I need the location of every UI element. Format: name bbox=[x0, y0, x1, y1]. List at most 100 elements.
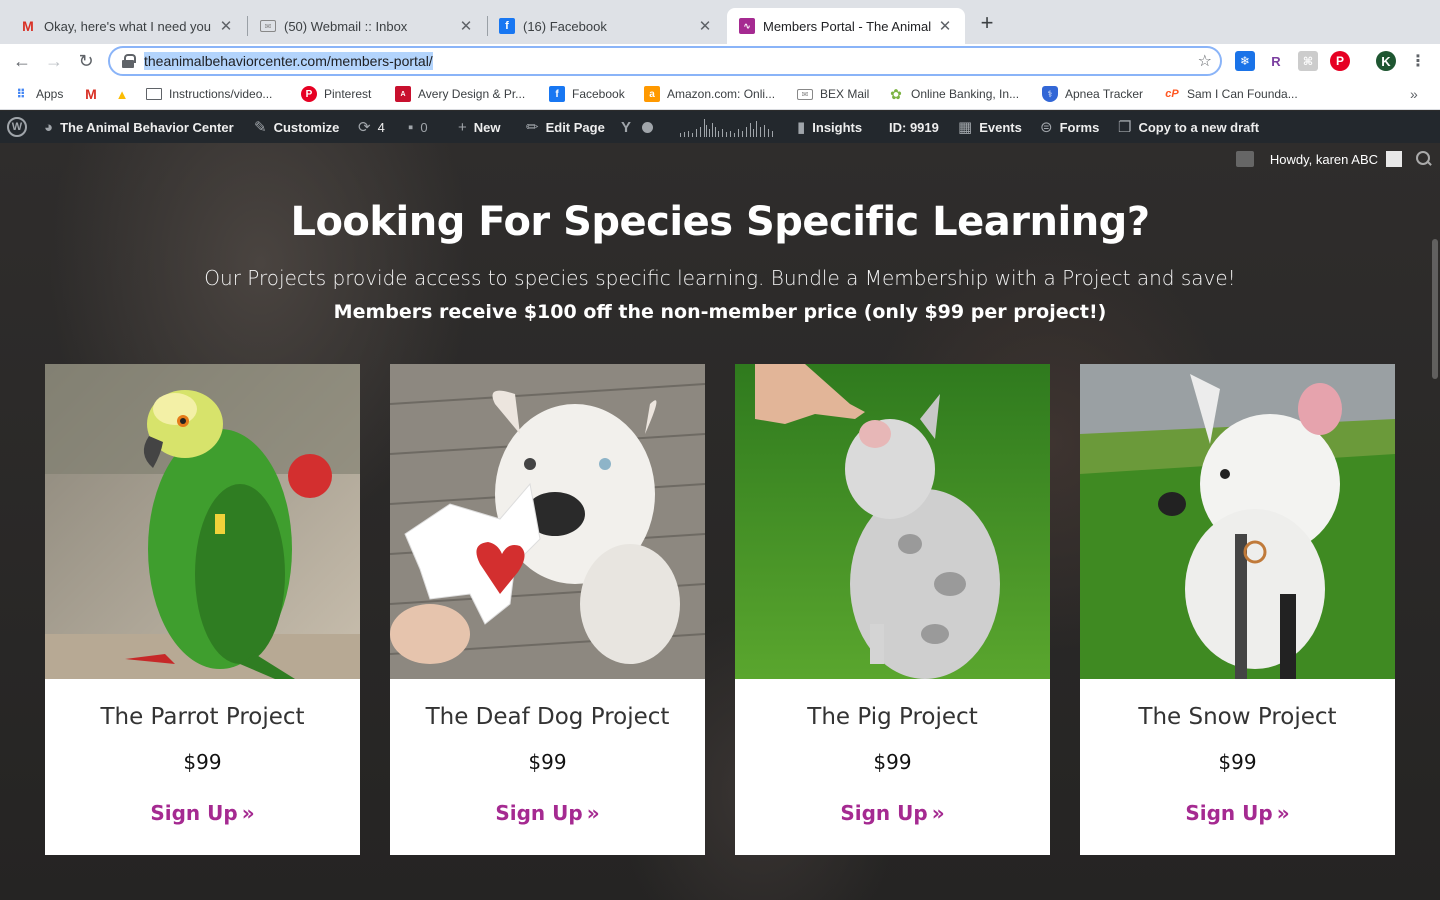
wp-forms[interactable]: ⊜ Forms bbox=[1040, 111, 1099, 143]
sign-up-label: Sign Up bbox=[150, 801, 238, 825]
wp-edit-page[interactable]: ✏ Edit Page bbox=[526, 111, 605, 143]
forms-icon: ⊜ bbox=[1040, 119, 1053, 136]
project-card-deaf-dog: The Deaf Dog Project $99 Sign Up» bbox=[390, 364, 705, 855]
tab-webmail[interactable]: ✉ (50) Webmail :: Inbox ✕ bbox=[248, 8, 486, 44]
project-name: The Deaf Dog Project bbox=[425, 704, 670, 730]
tab-title: (50) Webmail :: Inbox bbox=[284, 18, 408, 34]
bookmark-avery[interactable]: A Avery Design & Pr... bbox=[395, 84, 525, 104]
wp-updates[interactable]: ⟳ 4 bbox=[358, 111, 385, 143]
sign-up-button[interactable]: Sign Up» bbox=[1080, 801, 1395, 825]
yoast-seo-icon[interactable]: Y bbox=[621, 111, 654, 143]
stats-sparkline[interactable] bbox=[680, 111, 776, 143]
sign-up-button[interactable]: Sign Up» bbox=[45, 801, 360, 825]
wp-comments[interactable]: ▪ 0 bbox=[408, 111, 428, 143]
menu-icon[interactable]: ⋮ bbox=[1408, 51, 1428, 71]
wp-site-label: The Animal Behavior Center bbox=[60, 119, 234, 135]
close-icon[interactable]: ✕ bbox=[218, 17, 234, 35]
bookmark-bex-mail[interactable]: ✉ BEX Mail bbox=[797, 84, 869, 104]
bookmark-gmail[interactable]: M bbox=[83, 84, 106, 104]
bookmark-folder-instructions[interactable]: Instructions/video... bbox=[146, 84, 272, 104]
bookmark-drive[interactable]: ▲ bbox=[114, 84, 137, 104]
bookmark-label: Pinterest bbox=[324, 87, 372, 101]
member-note: Members receive $100 off the non-member … bbox=[333, 301, 1107, 323]
drive-icon: ▲ bbox=[115, 86, 129, 102]
profile-avatar[interactable]: K bbox=[1376, 51, 1396, 71]
bookmark-online-banking[interactable]: ✿ Online Banking, In... bbox=[888, 84, 1019, 104]
tab-title: Members Portal - The Animal B bbox=[763, 18, 931, 34]
page-subtitle: Our Projects provide access to species s… bbox=[204, 266, 1236, 290]
wordpress-logo-icon[interactable]: W bbox=[7, 111, 34, 143]
wp-comments-count: 0 bbox=[420, 119, 428, 135]
tab-strip: M Okay, here's what I need you to ✕ ✉ (5… bbox=[0, 0, 1440, 44]
bank-icon: ✿ bbox=[890, 85, 902, 102]
bookmark-apps[interactable]: ⠿ Apps bbox=[13, 84, 63, 104]
tab-facebook[interactable]: f (16) Facebook ✕ bbox=[487, 8, 725, 44]
wp-updates-count: 4 bbox=[377, 119, 385, 135]
address-bar[interactable]: theanimalbehaviorcenter.com/members-port… bbox=[108, 46, 1222, 76]
facebook-icon: f bbox=[549, 86, 565, 102]
project-card-parrot: The Parrot Project $99 Sign Up» bbox=[45, 364, 360, 855]
wp-customize-label: Customize bbox=[273, 119, 340, 135]
parrot-image bbox=[45, 364, 360, 679]
r-extension-icon[interactable]: R bbox=[1266, 51, 1286, 71]
back-icon[interactable]: ← bbox=[10, 49, 34, 73]
snowflake-extension-icon[interactable]: ❄ bbox=[1235, 51, 1255, 71]
sign-up-label: Sign Up bbox=[1185, 801, 1273, 825]
pinterest-extension-icon[interactable]: P bbox=[1330, 51, 1350, 71]
bookmark-label: BEX Mail bbox=[820, 87, 870, 101]
apps-grid-icon: ⠿ bbox=[16, 87, 26, 101]
bar-chart-icon: ▮ bbox=[797, 119, 806, 136]
bookmark-apnea-tracker[interactable]: ⚕ Apnea Tracker bbox=[1042, 84, 1143, 104]
wp-new-label: New bbox=[473, 119, 501, 135]
avery-icon: A bbox=[395, 86, 411, 102]
double-chevron-right-icon: » bbox=[241, 801, 255, 825]
wp-copy-label: Copy to a new draft bbox=[1138, 119, 1260, 135]
bookmark-label: Amazon.com: Onli... bbox=[667, 87, 776, 101]
bookmark-label: Apps bbox=[36, 87, 64, 101]
bookmark-label: Sam I Can Founda... bbox=[1187, 87, 1298, 101]
scrollbar[interactable] bbox=[1432, 239, 1438, 379]
comment-icon[interactable] bbox=[1235, 151, 1254, 167]
bookmarks-overflow-icon[interactable]: » bbox=[1410, 84, 1418, 104]
project-name: The Parrot Project bbox=[100, 704, 305, 730]
double-chevron-right-icon: » bbox=[931, 801, 945, 825]
close-icon[interactable]: ✕ bbox=[458, 17, 474, 35]
site-icon: ∿ bbox=[739, 18, 755, 34]
tab-members-portal[interactable]: ∿ Members Portal - The Animal B ✕ bbox=[727, 8, 965, 44]
wp-new[interactable]: + New bbox=[458, 111, 501, 143]
close-icon[interactable]: ✕ bbox=[937, 17, 953, 35]
new-tab-button[interactable]: + bbox=[975, 12, 999, 36]
wp-insights[interactable]: ▮ Insights bbox=[797, 111, 862, 143]
close-icon[interactable]: ✕ bbox=[697, 17, 713, 35]
bookmark-sam-i-can[interactable]: cP Sam I Can Founda... bbox=[1164, 84, 1298, 104]
extension-icon[interactable]: ⌘ bbox=[1298, 51, 1318, 71]
search-icon[interactable] bbox=[1416, 151, 1432, 167]
comment-icon: ▪ bbox=[408, 118, 414, 136]
sign-up-button[interactable]: Sign Up» bbox=[390, 801, 705, 825]
wp-site-name[interactable]: ◕ The Animal Behavior Center bbox=[44, 111, 234, 143]
wp-account-area[interactable]: Howdy, karen ABC bbox=[1235, 143, 1440, 175]
brush-icon: ✎ bbox=[254, 119, 267, 136]
project-price: $99 bbox=[183, 750, 222, 774]
bookmark-amazon[interactable]: a Amazon.com: Onli... bbox=[644, 84, 775, 104]
wp-page-id-label: ID: 9919 bbox=[889, 119, 939, 135]
wp-customize[interactable]: ✎ Customize bbox=[254, 111, 339, 143]
forward-icon[interactable]: → bbox=[42, 49, 66, 73]
bookmark-facebook[interactable]: f Facebook bbox=[549, 84, 625, 104]
project-name: The Snow Project bbox=[1138, 704, 1337, 730]
folder-icon bbox=[146, 88, 162, 100]
wp-copy-draft[interactable]: ❐ Copy to a new draft bbox=[1118, 111, 1259, 143]
howdy-label[interactable]: Howdy, karen ABC bbox=[1270, 152, 1378, 167]
reload-icon[interactable]: ↻ bbox=[74, 49, 98, 73]
url-text[interactable]: theanimalbehaviorcenter.com/members-port… bbox=[144, 52, 433, 70]
bookmark-pinterest[interactable]: P Pinterest bbox=[301, 84, 371, 104]
pig-image bbox=[735, 364, 1050, 679]
wp-events[interactable]: ▦ Events bbox=[958, 111, 1022, 143]
sign-up-button[interactable]: Sign Up» bbox=[735, 801, 1050, 825]
tab-gmail[interactable]: M Okay, here's what I need you to ✕ bbox=[8, 8, 246, 44]
sign-up-label: Sign Up bbox=[495, 801, 583, 825]
bookmark-label: Apnea Tracker bbox=[1065, 87, 1144, 101]
avatar[interactable] bbox=[1386, 151, 1402, 167]
bookmark-star-icon[interactable]: ☆ bbox=[1198, 51, 1212, 71]
calendar-icon: ▦ bbox=[958, 119, 973, 136]
